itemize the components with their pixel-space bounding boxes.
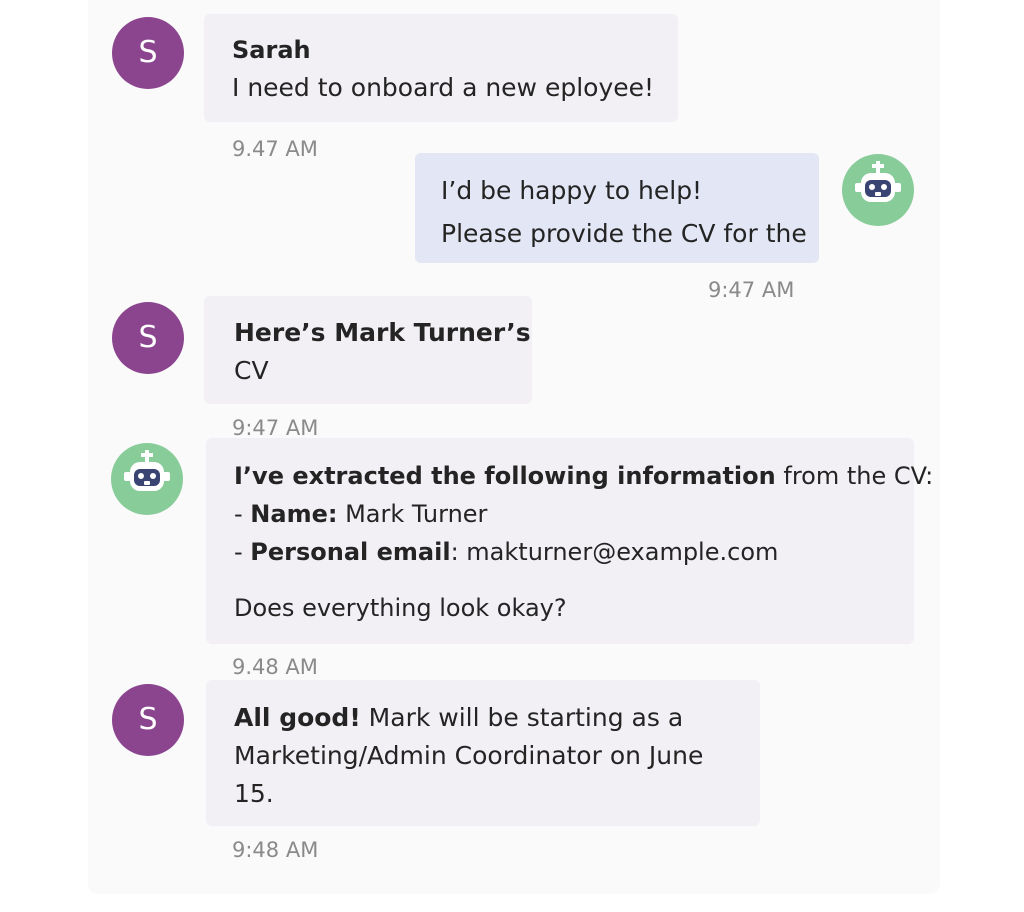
field-value: Mark Turner — [337, 500, 488, 528]
avatar[interactable] — [111, 443, 183, 515]
message-timestamp: 9.47 AM — [232, 137, 318, 161]
avatar[interactable]: S — [112, 17, 184, 89]
message-text: I’ve extracted the following information… — [234, 457, 933, 495]
message-text: All good! Mark will be starting as a — [234, 699, 732, 737]
message-text: I’d be happy to help! — [441, 176, 703, 205]
message-rest: Mark will be starting as a — [360, 703, 684, 732]
message-timestamp: 9.48 AM — [232, 655, 318, 679]
message-bubble: Sarah I need to onboard a new eployee! — [204, 14, 678, 122]
bullet: - — [234, 538, 251, 566]
message-bold: All good! — [234, 703, 361, 732]
avatar[interactable]: S — [112, 302, 184, 374]
message-timestamp: 9:47 AM — [232, 416, 319, 440]
avatar[interactable] — [842, 154, 914, 226]
field-label: Personal email — [250, 538, 451, 566]
message-bubble: I’d be happy to help! Please provide the… — [415, 153, 819, 263]
field-value: : makturner@example.com — [450, 538, 779, 566]
robot-icon — [124, 450, 170, 491]
field-label: Name: — [250, 500, 338, 528]
message-bubble: Here’s Mark Turner’s CV — [204, 296, 532, 404]
avatar[interactable]: S — [112, 684, 184, 756]
robot-icon — [855, 161, 901, 202]
intro-rest: from the CV: — [775, 462, 934, 490]
message-text: Does everything look okay? — [234, 594, 567, 622]
info-field: - Name: Mark Turner — [234, 495, 886, 533]
sender-name: Sarah — [232, 36, 311, 64]
message-text: CV — [234, 356, 269, 385]
message-timestamp: 9:47 AM — [708, 278, 795, 302]
message-bubble: All good! Mark will be starting as a Mar… — [206, 680, 760, 826]
message-text: Here’s Mark Turner’s — [234, 318, 531, 347]
message-timestamp: 9:48 AM — [232, 838, 319, 862]
message-text: Marketing/Admin Coordinator on June — [234, 741, 704, 770]
intro-bold: I’ve extracted the following information — [234, 462, 776, 490]
message-text: 15. — [234, 779, 274, 808]
info-field: - Personal email: makturner@example.com — [234, 533, 886, 571]
bullet: - — [234, 500, 251, 528]
message-bubble: I’ve extracted the following information… — [206, 438, 933, 644]
message-text: Please provide the CV for the — [441, 219, 807, 248]
message-text: I need to onboard a new eployee! — [232, 73, 655, 102]
